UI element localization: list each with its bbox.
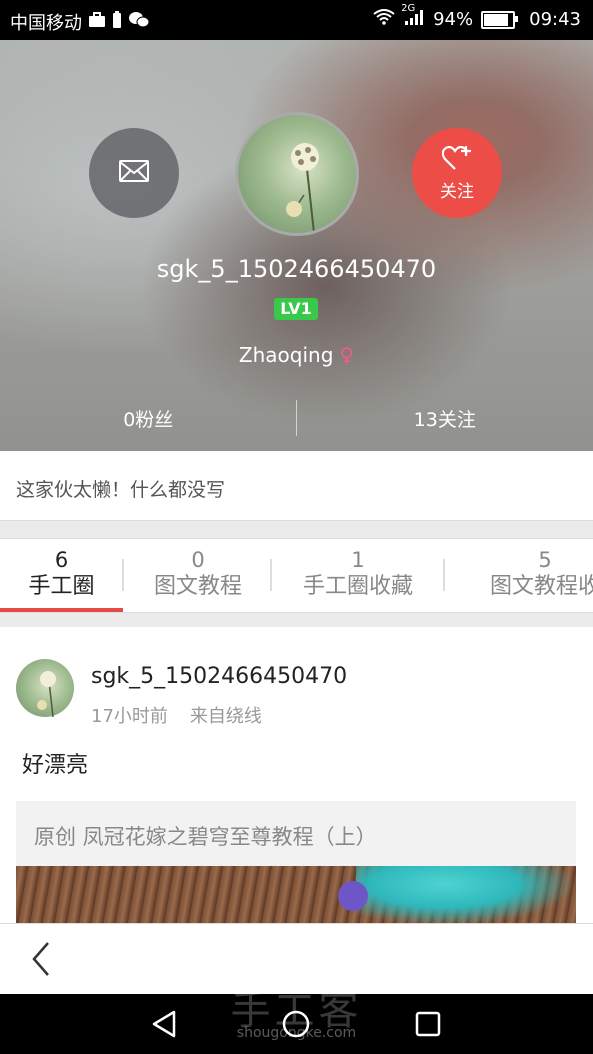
bio-section: 这家伙太懒！什么都没写 [0,451,593,521]
message-button[interactable] [89,128,179,218]
wechat-icon [128,11,150,34]
tab-label: 手工圈收藏 [302,574,413,599]
post-username[interactable]: sgk_5_1502466450470 [91,664,347,689]
triangle-back-icon [148,1010,180,1044]
tab-circle-favorites[interactable]: 1 手工圈收藏 [272,539,444,612]
follow-label: 关注 [440,181,474,202]
post-source: 来自绕线 [189,706,262,727]
battery-icon [481,10,519,29]
tab-label: 手工圈 [28,574,95,599]
tab-count: 6 [54,548,69,572]
shared-tutorial-card[interactable]: 原创 凤冠花嫁之碧穹至尊教程（上） [16,801,576,923]
profile-location: Zhaoqing ♀ [0,343,593,367]
profile-username: sgk_5_1502466450470 [156,255,437,283]
follow-button[interactable]: 关注 [412,128,502,218]
shared-tutorial-title: 原创 凤冠花嫁之碧穹至尊教程（上） [34,825,377,849]
tab-label: 图文教程收 [489,574,593,599]
envelope-icon [119,160,149,186]
tab-count: 0 [191,548,205,572]
clock: 09:43 [529,9,581,30]
system-navigation-bar [0,994,593,1054]
followers-count[interactable]: 0粉丝 [0,400,297,440]
content-tabs: 6 手工圈 0 图文教程 1 手工圈收藏 5 图文教程收 [0,538,593,613]
nav-back-button[interactable] [148,1008,180,1040]
signal-icon: 2G [401,3,425,30]
following-count[interactable]: 13关注 [297,400,593,440]
stats-divider [296,400,297,436]
active-tab-indicator [0,608,123,612]
profile-header: 关注 sgk_5_1502466450470 LV1 Zhaoqing ♀ 0粉丝… [0,40,593,451]
tab-count: 1 [351,548,365,572]
heart-plus-icon [441,145,472,175]
bottom-toolbar [0,923,593,995]
level-badge: LV1 [274,298,318,320]
tab-tutorial-favorites[interactable]: 5 图文教程收 [445,539,593,612]
battery-saver-icon [112,10,122,34]
square-recents-icon [412,1011,444,1044]
tab-label: 图文教程 [153,574,242,599]
battery-percent: 94% [433,9,474,30]
shared-tutorial-image [16,866,576,923]
post-time: 17小时前 [91,706,168,727]
bio-text: 这家伙太懒！什么都没写 [16,479,226,501]
wifi-icon [373,9,395,30]
nav-recents-button[interactable] [412,1008,444,1040]
tab-count: 5 [538,548,552,572]
briefcase-icon [88,11,106,33]
post-meta: 17小时前 来自绕线 [91,702,262,728]
tab-tutorials[interactable]: 0 图文教程 [124,539,272,612]
chevron-left-icon [22,942,62,983]
circle-home-icon [280,1010,312,1044]
network-type-label: 2G [401,3,416,14]
profile-avatar[interactable] [235,112,359,236]
female-gender-icon: ♀ [339,343,355,367]
post-text: 好漂亮 [22,753,89,778]
status-bar: 中国移动 2G 94% 09:43 [0,0,593,40]
location-text: Zhaoqing [238,343,334,367]
tab-handcraft-circle[interactable]: 6 手工圈 [0,539,123,612]
carrier-label: 中国移动 [10,13,82,34]
nav-home-button[interactable] [280,1008,312,1040]
back-button[interactable] [22,939,62,979]
post-card[interactable]: sgk_5_1502466450470 17小时前 来自绕线 好漂亮 原创 凤冠花… [0,627,593,923]
post-avatar[interactable] [16,659,74,718]
